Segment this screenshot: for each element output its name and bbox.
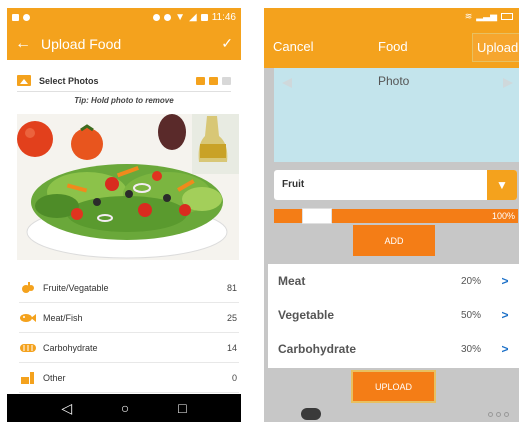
nav-recents-icon[interactable]: □ [178, 400, 186, 416]
image-icon [17, 75, 31, 86]
category-name: Carbohydrate [43, 342, 98, 353]
signal-icon: ▂▃▅ [476, 11, 497, 21]
more-options-icon[interactable] [488, 412, 509, 417]
drink-icon [19, 371, 37, 384]
android-icon [23, 14, 30, 21]
wifi-icon: ≋ [464, 11, 473, 21]
list-item[interactable]: Meat 20% > [268, 264, 519, 298]
chevron-right-icon[interactable]: > [491, 342, 519, 356]
slider-value: 100% [491, 211, 515, 221]
camera-icon[interactable] [196, 76, 205, 85]
salad-photo [17, 114, 239, 260]
nav-home-icon[interactable]: ○ [121, 400, 129, 416]
food-screen: ≋ ▂▃▅ Cancel Food Upload Photo Fruit ▼ 1… [264, 8, 519, 422]
list-item[interactable]: Other 0 [19, 363, 239, 393]
item-name: Carbohydrate [278, 342, 357, 356]
item-name: Vegetable [278, 308, 335, 322]
nav-back-icon[interactable]: ◁ [61, 400, 72, 417]
upload-food-screen: ▼ ◢ 11:46 ← Upload Food ✓ Select Photos … [7, 8, 241, 422]
list-item[interactable]: Fruite/Vegatable 81 [19, 273, 239, 303]
upload-submit-button[interactable]: UPLOAD [351, 370, 436, 403]
android-nav-bar: ◁ ○ □ [7, 394, 241, 422]
page-title: Upload Food [41, 35, 122, 52]
category-count: 14 [226, 342, 237, 353]
item-percent: 20% [461, 275, 482, 287]
amount-slider[interactable]: 100% [274, 208, 518, 224]
notification-icon [12, 14, 19, 21]
dropdown-arrow-icon[interactable]: ▼ [487, 170, 517, 200]
page-title: Food [378, 39, 408, 54]
cancel-button[interactable]: Cancel [273, 39, 313, 54]
status-bar: ▼ ◢ 11:46 [7, 8, 241, 27]
upload-button[interactable]: Upload [472, 33, 519, 62]
bottom-bar [264, 408, 519, 422]
signal-icon: ◢ [189, 12, 197, 23]
status-time: 11:46 [211, 12, 236, 23]
delete-photo-icon[interactable] [222, 76, 231, 85]
item-percent: 30% [461, 343, 482, 355]
select-photos-label: Select Photos [39, 75, 99, 86]
back-arrow-icon[interactable]: ← [15, 35, 37, 53]
category-select-value: Fruit [282, 179, 305, 190]
list-item[interactable]: Meat/Fish 25 [19, 303, 239, 333]
nutrition-list: Meat 20% > Vegetable 50% > Carbohydrate … [268, 264, 519, 368]
category-name: Other [43, 372, 66, 383]
app-bar: ← Upload Food ✓ [7, 27, 241, 60]
food-photo[interactable] [17, 114, 239, 260]
previous-arrow-icon[interactable] [282, 78, 292, 88]
list-item[interactable]: Carbohydrate 14 [19, 333, 239, 363]
list-item[interactable]: Carbohydrate 30% > [268, 332, 519, 366]
upload-card: Select Photos Tip: Hold photo to remove [11, 60, 239, 403]
tip-text: Tip: Hold photo to remove [74, 96, 174, 105]
fruit-vegetable-icon [19, 281, 37, 294]
bread-icon [19, 343, 37, 352]
sync-icon [153, 14, 161, 21]
item-name: Meat [278, 274, 306, 288]
confirm-check-icon[interactable]: ✓ [221, 35, 233, 52]
select-photos-header[interactable]: Select Photos [17, 70, 231, 92]
wifi-icon: ▼ [175, 12, 185, 23]
photo-label: Photo [378, 74, 410, 88]
list-item[interactable]: Vegetable 50% > [268, 298, 519, 332]
add-button[interactable]: ADD [353, 225, 435, 256]
slider-thumb[interactable] [302, 208, 332, 224]
category-count: 0 [231, 372, 237, 383]
top-bar: Cancel Food Upload [264, 25, 519, 68]
category-list: Fruite/Vegatable 81 Meat/Fish 25 Carbohy… [19, 273, 239, 393]
category-name: Meat/Fish [43, 312, 83, 323]
status-bar: ≋ ▂▃▅ [264, 8, 519, 25]
category-select[interactable]: Fruit ▼ [274, 170, 517, 200]
category-count: 25 [226, 312, 237, 323]
battery-icon [200, 14, 208, 21]
next-arrow-icon[interactable] [503, 78, 513, 88]
chevron-right-icon[interactable]: > [491, 274, 519, 288]
battery-icon [501, 13, 513, 20]
photo-carousel[interactable]: Photo [274, 68, 519, 162]
chevron-right-icon[interactable]: > [491, 308, 519, 322]
chat-bubble-icon[interactable] [301, 408, 321, 420]
category-name: Fruite/Vegatable [43, 282, 109, 293]
fish-icon [19, 313, 37, 323]
category-count: 81 [226, 282, 237, 293]
alarm-icon [164, 14, 172, 21]
item-percent: 50% [461, 309, 482, 321]
gallery-icon[interactable] [209, 76, 218, 85]
